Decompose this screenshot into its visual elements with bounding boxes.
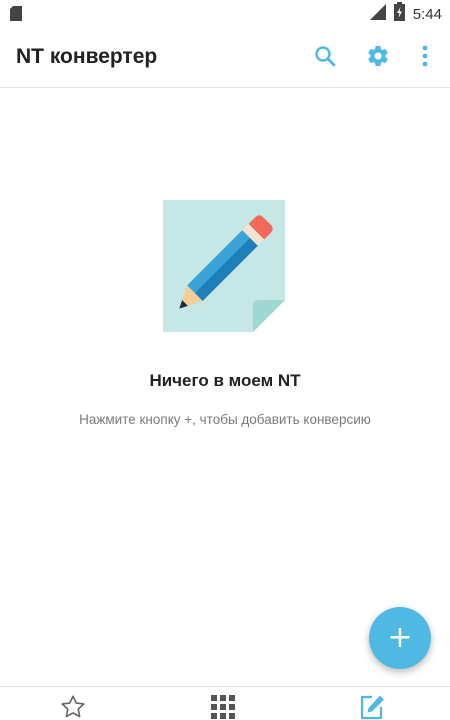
- app-title: NT конвертер: [16, 45, 158, 68]
- settings-button[interactable]: [362, 42, 394, 74]
- more-options-button[interactable]: [409, 42, 441, 74]
- pencil-note-icon: [163, 200, 285, 332]
- bottom-navigation: [0, 686, 450, 720]
- more-vert-icon: [422, 45, 428, 72]
- sd-card-icon: [10, 6, 22, 21]
- edit-icon: [358, 693, 386, 720]
- nav-my-nt[interactable]: [357, 693, 387, 720]
- nav-conversions[interactable]: [208, 693, 238, 720]
- signal-icon: [369, 3, 386, 25]
- battery-icon: [393, 2, 405, 26]
- search-icon: [314, 45, 336, 72]
- grid-icon: [209, 693, 237, 720]
- search-button[interactable]: [309, 42, 341, 74]
- empty-state-title: Ничего в моем NT: [149, 371, 301, 390]
- plus-icon: +: [387, 620, 413, 655]
- gear-icon: [366, 44, 390, 73]
- add-conversion-button[interactable]: +: [369, 607, 431, 669]
- app-bar: NT конвертер: [0, 28, 450, 88]
- empty-state-hint: Нажмите кнопку +, чтобы добавить конверс…: [79, 412, 371, 427]
- star-outline-icon: [59, 693, 87, 720]
- status-time: 5:44: [412, 5, 442, 23]
- nav-favorites[interactable]: [58, 693, 88, 720]
- status-bar: 5:44: [0, 0, 450, 28]
